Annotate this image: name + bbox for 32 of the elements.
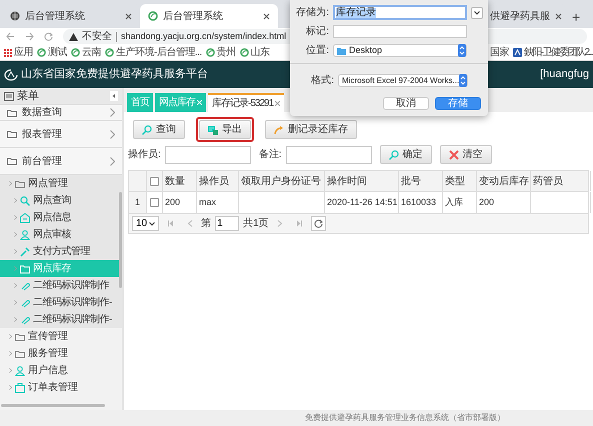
user-name: [huangfug xyxy=(540,67,589,82)
field-label: 格式: xyxy=(310,74,334,88)
column-header: 类型 xyxy=(443,171,477,191)
table-cell-text: max xyxy=(199,196,216,209)
table-cell-text: 2020-11-26 14:51 xyxy=(327,196,398,209)
column-header: 批号 xyxy=(399,171,443,191)
tab-title: 后台管理系统 xyxy=(25,10,86,24)
row-number: 1 xyxy=(129,192,147,213)
url-text: shandong.yacju.org.cn/system/index.html xyxy=(121,30,286,43)
table-cell-text: 1610033 xyxy=(401,196,436,209)
page-label: 第 xyxy=(201,217,212,231)
field-label: 存储为: xyxy=(295,6,329,20)
footer-text: 免费提供避孕药具服务管理业务信息系统（省市部署版） xyxy=(0,410,593,426)
field-label: 操作员: xyxy=(128,148,161,162)
page-total: 共1页 xyxy=(243,216,269,231)
table-cell-text: 200 xyxy=(479,196,494,209)
column-header: 操作时间 xyxy=(325,171,399,191)
column-header: 领取用户身份证号 xyxy=(239,171,325,191)
sidebar-title: 菜单 xyxy=(17,88,40,104)
app-title: 山东省国家免费提供避孕药具服务平台 xyxy=(21,66,208,82)
field-label: 备注: xyxy=(258,148,282,162)
table-cell-text: 200 xyxy=(165,196,180,209)
tab-title: 后台管理系统 xyxy=(163,10,224,24)
field-label: 位置: xyxy=(305,44,329,58)
column-header: 药管员 xyxy=(531,171,591,191)
tab-title: 供避孕药具服 xyxy=(490,10,550,24)
table-cell-text: 入库 xyxy=(445,196,463,209)
field-label: 标记: xyxy=(305,24,329,39)
column-header: 操作员 xyxy=(197,171,239,191)
security-label: 不安全 xyxy=(82,30,112,44)
column-header: 数量 xyxy=(163,171,197,191)
column-header: 变动后库存 xyxy=(477,171,531,191)
